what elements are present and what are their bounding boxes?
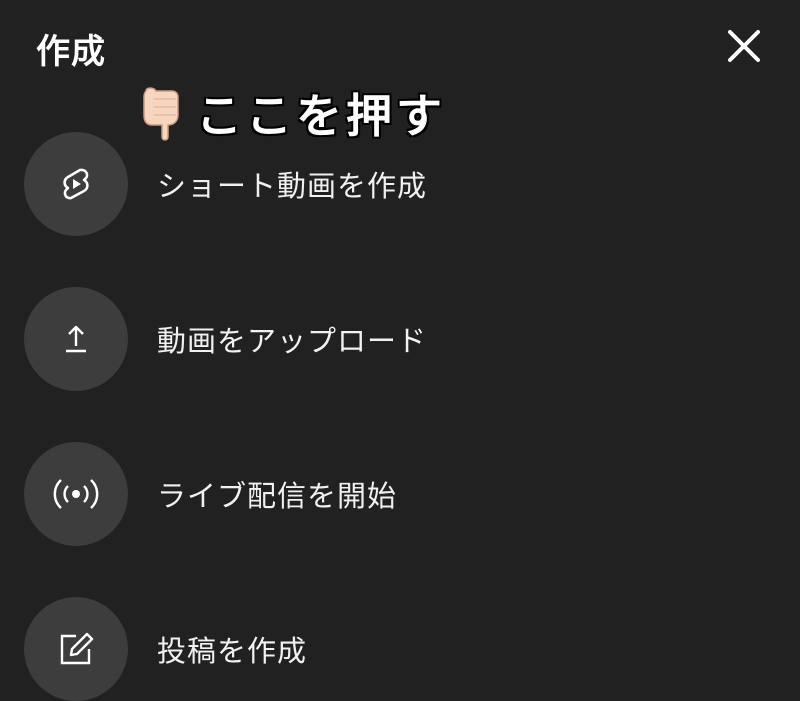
create-short-item[interactable]: ショート動画を作成	[24, 132, 784, 236]
create-post-icon-circle	[24, 597, 128, 701]
edit-post-icon	[60, 632, 94, 665]
page-title: 作成	[36, 32, 106, 72]
upload-icon	[66, 325, 86, 353]
create-short-icon-circle	[24, 132, 128, 236]
upload-video-icon-circle	[24, 287, 128, 391]
upload-video-item[interactable]: 動画をアップロード	[24, 287, 784, 391]
go-live-icon-circle	[24, 442, 128, 546]
go-live-item[interactable]: ライブ配信を開始	[24, 442, 784, 546]
live-broadcast-icon	[53, 479, 99, 509]
close-icon	[728, 30, 760, 62]
create-short-label: ショート動画を作成	[157, 169, 428, 203]
go-live-label: ライブ配信を開始	[157, 479, 398, 513]
create-post-item[interactable]: 投稿を作成	[24, 597, 784, 701]
create-post-label: 投稿を作成	[157, 634, 308, 668]
shorts-icon	[63, 168, 89, 200]
close-button[interactable]	[722, 24, 766, 68]
upload-video-label: 動画をアップロード	[157, 324, 428, 358]
